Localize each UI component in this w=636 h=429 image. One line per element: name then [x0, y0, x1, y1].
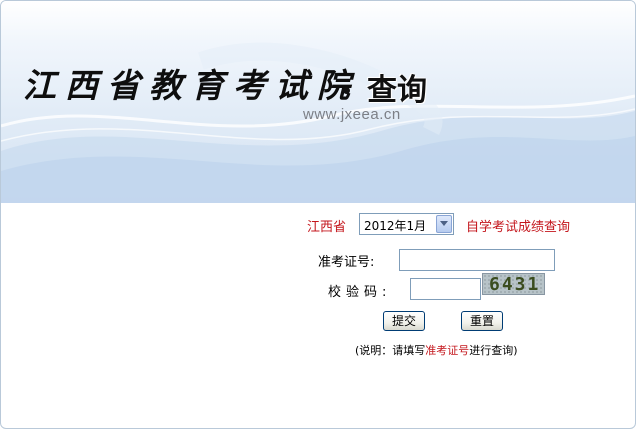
- verification-code-input[interactable]: [410, 278, 481, 300]
- note-highlight: 准考证号: [425, 344, 470, 357]
- captcha-image[interactable]: 6431: [482, 273, 545, 295]
- instruction-note: (说明：请填写准考证号进行查询): [355, 342, 518, 358]
- query-form: 江西省 2012年1月 自学考试成绩查询 准考证号: 校验码: 6431 提交 …: [1, 203, 635, 428]
- note-suffix: 进行查询): [469, 344, 518, 357]
- exam-date-value: 2012年1月: [364, 219, 427, 233]
- query-title: 查询: [367, 73, 427, 108]
- verification-code-label: 校验码:: [328, 285, 392, 300]
- site-title: 江西省教育考试院: [23, 66, 359, 105]
- ticket-number-label: 准考证号:: [318, 255, 375, 270]
- chevron-down-icon[interactable]: [436, 215, 452, 233]
- note-prefix: (说明：请填写: [355, 344, 426, 357]
- ticket-number-input[interactable]: [399, 249, 555, 271]
- captcha-text: 6431: [489, 274, 541, 295]
- submit-button[interactable]: 提交: [383, 311, 425, 331]
- title-separator-dot: [343, 87, 350, 94]
- header-banner: 江西省教育考试院 查询 www.jxeea.cn: [1, 1, 635, 203]
- reset-button[interactable]: 重置: [461, 311, 503, 331]
- page-frame: 江西省教育考试院 查询 www.jxeea.cn 江西省 2012年1月 自学考…: [0, 0, 636, 429]
- site-url: www.jxeea.cn: [303, 106, 401, 123]
- province-label: 江西省: [307, 220, 347, 235]
- exam-type-label: 自学考试成绩查询: [466, 220, 571, 235]
- exam-date-select[interactable]: 2012年1月: [359, 213, 454, 235]
